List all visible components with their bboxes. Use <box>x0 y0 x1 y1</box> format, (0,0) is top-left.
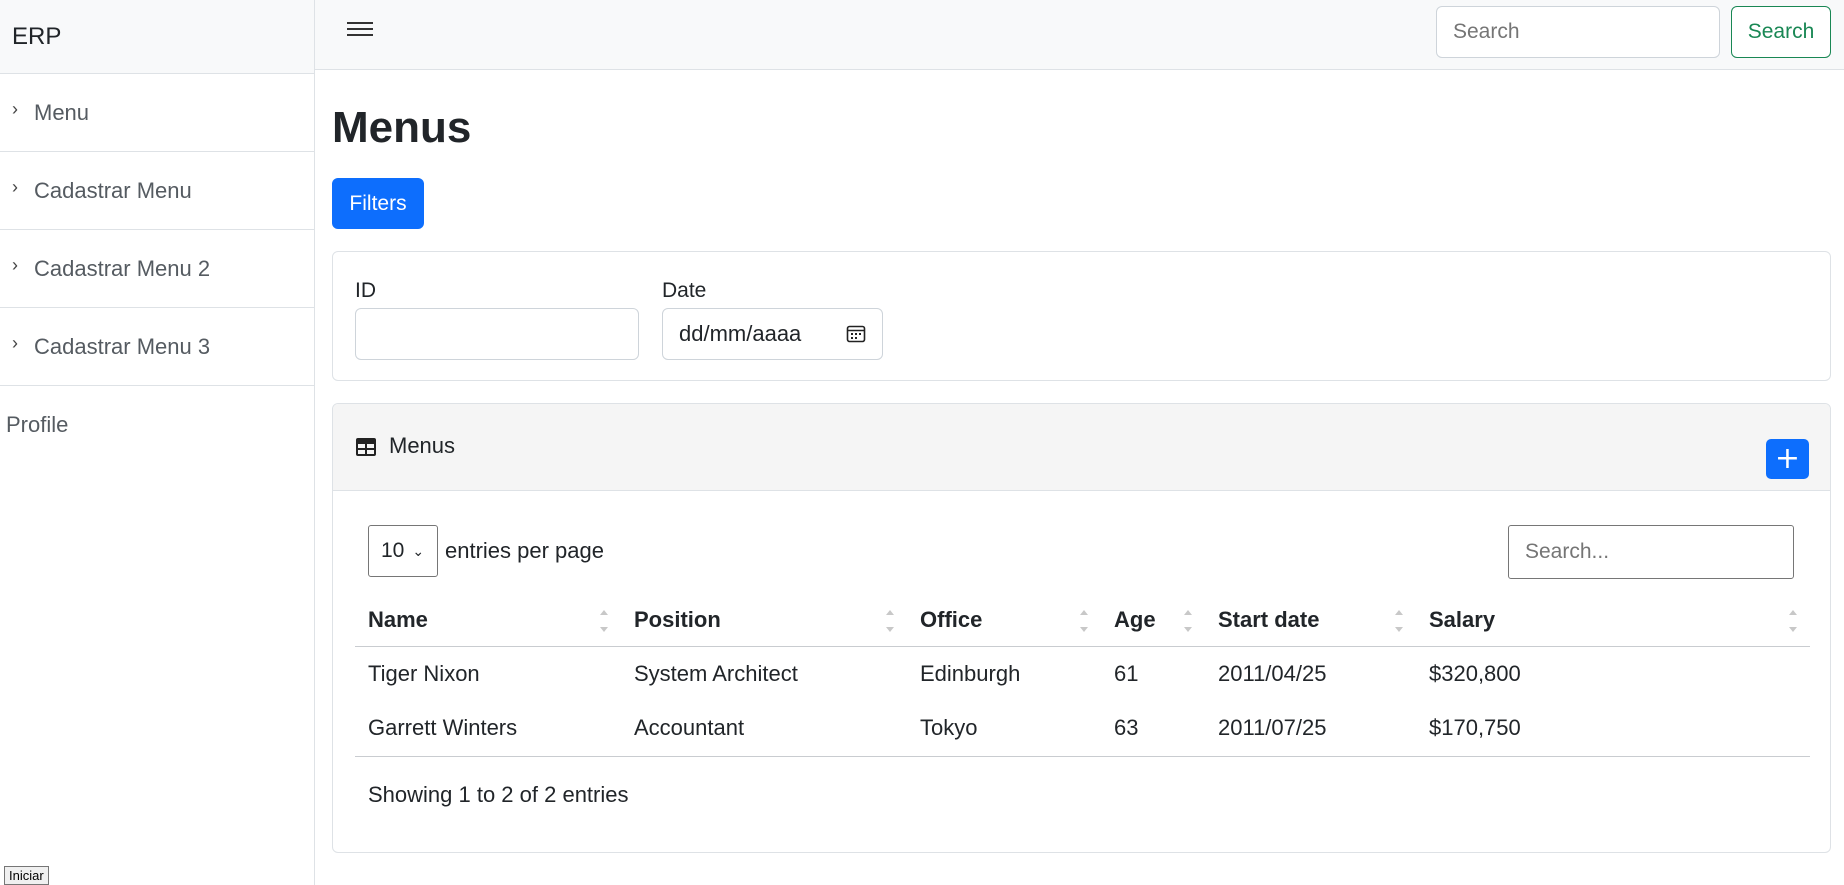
data-table: Name Position Office Age Start date Sala… <box>355 594 1810 757</box>
per-page-label: entries per page <box>445 538 604 563</box>
cell-name: Tiger Nixon <box>368 660 480 686</box>
per-page-value: 10 <box>381 539 405 562</box>
date-placeholder: dd/mm/aaaa <box>679 321 802 346</box>
chevron-right-icon: › <box>12 333 18 353</box>
search-input[interactable] <box>1436 6 1720 58</box>
table-search-input[interactable] <box>1508 525 1794 579</box>
column-header-age[interactable]: Age <box>1101 594 1205 647</box>
card-header: Menus + <box>333 404 1830 491</box>
table-card: Menus + 10 ⌄ entries per page Name Posit… <box>332 403 1831 853</box>
column-header-office[interactable]: Office <box>907 594 1101 647</box>
add-button[interactable]: + <box>1766 439 1809 479</box>
sidebar-item-menu[interactable]: › Menu <box>0 74 314 152</box>
sidebar: ERP › Menu › Cadastrar Menu › Cadastrar … <box>0 0 315 885</box>
sort-icon <box>1080 610 1088 632</box>
entries-per-page-select[interactable]: 10 ⌄ <box>368 525 438 577</box>
sort-icon <box>1789 610 1797 632</box>
chevron-down-icon: ⌄ <box>412 542 425 559</box>
search-button[interactable]: Search <box>1731 6 1831 58</box>
cell-office: Tokyo <box>907 701 1101 757</box>
cell-age: 63 <box>1101 701 1205 757</box>
sidebar-item-label: Menu <box>34 99 90 125</box>
table-row: Garrett Winters Accountant Tokyo 63 2011… <box>355 701 1810 757</box>
sidebar-item-cadastrar-menu[interactable]: › Cadastrar Menu <box>0 152 314 230</box>
brand-title[interactable]: ERP <box>0 0 314 74</box>
column-header-salary[interactable]: Salary <box>1416 594 1810 647</box>
sidebar-item-label: Cadastrar Menu <box>34 177 192 203</box>
id-label: ID <box>355 279 376 302</box>
cell-office: Edinburgh <box>920 660 1021 686</box>
sort-icon <box>886 610 894 632</box>
sort-icon <box>600 610 608 632</box>
id-field[interactable] <box>355 308 639 360</box>
table-icon <box>356 438 376 456</box>
cell-salary: $320,800 <box>1429 660 1521 686</box>
sidebar-item-profile[interactable]: Profile <box>0 386 314 464</box>
sidebar-item-label: Cadastrar Menu 2 <box>34 255 211 281</box>
date-field[interactable]: dd/mm/aaaa <box>662 308 883 360</box>
table-info: Showing 1 to 2 of 2 entries <box>368 782 629 807</box>
cell-age: 61 <box>1114 660 1139 686</box>
sidebar-item-cadastrar-menu-3[interactable]: › Cadastrar Menu 3 <box>0 308 314 386</box>
cell-start-date: 2011/07/25 <box>1205 701 1416 757</box>
column-header-position[interactable]: Position <box>621 594 907 647</box>
page-title: Menus <box>332 103 472 152</box>
sidebar-item-label: Cadastrar Menu 3 <box>34 333 211 359</box>
start-button[interactable]: Iniciar <box>4 866 49 885</box>
cell-name: Garrett Winters <box>355 701 621 757</box>
cell-position: System Architect <box>634 660 798 686</box>
calendar-icon[interactable] <box>846 324 866 344</box>
chevron-right-icon: › <box>12 99 18 119</box>
card-title: Menus <box>389 433 456 458</box>
chevron-right-icon: › <box>12 255 18 275</box>
cell-position: Accountant <box>621 701 907 757</box>
cell-salary: $170,750 <box>1416 701 1810 757</box>
column-header-start-date[interactable]: Start date <box>1205 594 1416 647</box>
cell-start-date: 2011/04/25 <box>1218 660 1327 686</box>
table-row: Tiger Nixon System Architect Edinburgh 6… <box>355 646 1810 701</box>
sidebar-item-cadastrar-menu-2[interactable]: › Cadastrar Menu 2 <box>0 230 314 308</box>
column-header-name[interactable]: Name <box>355 594 621 647</box>
chevron-right-icon: › <box>12 177 18 197</box>
hamburger-icon[interactable] <box>347 18 373 40</box>
sort-icon <box>1184 610 1192 632</box>
date-label: Date <box>662 279 707 302</box>
filters-button[interactable]: Filters <box>332 178 424 229</box>
topbar: Search <box>315 0 1844 70</box>
sort-icon <box>1395 610 1403 632</box>
filter-card: ID Date dd/mm/aaaa <box>332 251 1831 381</box>
